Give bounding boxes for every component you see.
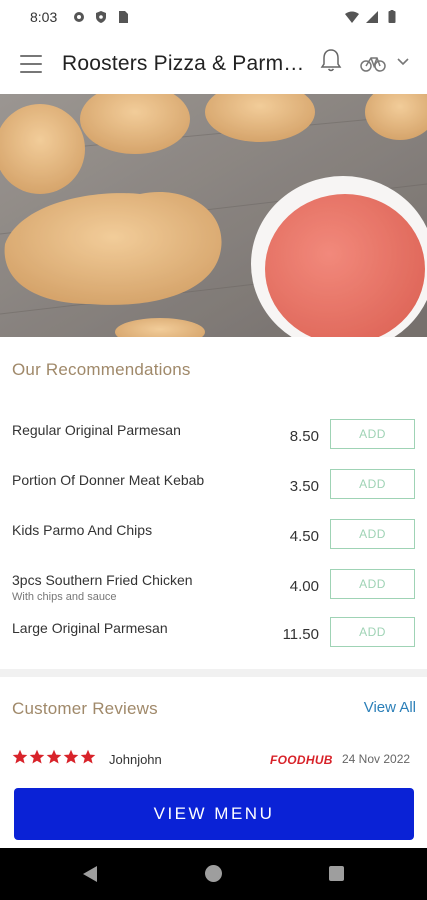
signal-icon xyxy=(366,11,378,23)
add-button[interactable]: ADD xyxy=(330,519,415,549)
hamburger-menu-icon[interactable] xyxy=(20,55,42,73)
reviewer-name: Johnjohn xyxy=(109,752,162,767)
chevron-down-icon[interactable] xyxy=(396,57,410,67)
bell-icon[interactable] xyxy=(319,48,343,74)
star-icon xyxy=(29,749,45,764)
add-button[interactable]: ADD xyxy=(330,569,415,599)
list-item[interactable]: Regular Original Parmesan 8.50 ADD xyxy=(0,419,427,459)
star-icon xyxy=(80,749,96,764)
status-icons-right xyxy=(345,10,399,24)
app-header: Roosters Pizza & Parm… xyxy=(0,36,427,94)
star-icon xyxy=(63,749,79,764)
review-date: 24 Nov 2022 xyxy=(342,752,411,766)
item-name: 3pcs Southern Fried Chicken xyxy=(12,572,193,588)
wifi-icon xyxy=(345,11,359,23)
back-icon[interactable] xyxy=(82,865,98,883)
list-item[interactable]: Portion Of Donner Meat Kebab 3.50 ADD xyxy=(0,469,427,509)
item-price: 11.50 xyxy=(282,626,319,643)
item-name: Kids Parmo And Chips xyxy=(12,522,153,538)
item-name: Regular Original Parmesan xyxy=(12,422,181,438)
reviews-heading: Customer Reviews xyxy=(12,699,158,718)
shield-icon xyxy=(96,11,106,23)
item-price: 4.50 xyxy=(289,528,319,545)
battery-icon xyxy=(388,10,396,23)
add-button[interactable]: ADD xyxy=(330,419,415,449)
review-item[interactable]: Johnjohn FOODHUB 24 Nov 2022 xyxy=(0,749,427,771)
sim-card-icon xyxy=(119,11,128,23)
list-item[interactable]: 3pcs Southern Fried Chicken With chips a… xyxy=(0,569,427,609)
item-price: 3.50 xyxy=(289,478,319,495)
bicycle-icon[interactable] xyxy=(360,53,386,73)
status-icons-left xyxy=(72,10,130,24)
add-button[interactable]: ADD xyxy=(330,617,415,647)
status-time: 8:03 xyxy=(30,9,58,25)
item-name: Portion Of Donner Meat Kebab xyxy=(12,472,205,488)
fried-chicken-photo xyxy=(0,94,427,337)
list-item[interactable]: Kids Parmo And Chips 4.50 ADD xyxy=(0,519,427,559)
foodhub-logo: FOODHUB xyxy=(270,753,333,767)
item-name: Large Original Parmesan xyxy=(12,620,168,636)
item-price: 4.00 xyxy=(289,578,319,595)
gear-icon xyxy=(74,12,84,22)
list-item[interactable]: Large Original Parmesan 11.50 ADD xyxy=(0,617,427,657)
add-button[interactable]: ADD xyxy=(330,469,415,499)
star-icon xyxy=(12,749,28,764)
view-all-link[interactable]: View All xyxy=(364,699,416,716)
reviews-section: Customer Reviews View All Johnjohn FOODH… xyxy=(0,677,427,787)
item-description: With chips and sauce xyxy=(12,591,117,603)
recommendations-heading: Our Recommendations xyxy=(12,360,191,379)
section-divider xyxy=(0,669,427,677)
view-menu-button[interactable]: VIEW MENU xyxy=(14,788,414,840)
restaurant-title: Roosters Pizza & Parm… xyxy=(62,52,305,75)
status-bar: 8:03 xyxy=(0,0,427,36)
recommendations-section: Our Recommendations Regular Original Par… xyxy=(0,337,427,669)
system-navigation-bar xyxy=(0,848,427,900)
home-icon[interactable] xyxy=(205,865,222,882)
hero-image xyxy=(0,94,427,337)
recent-apps-icon[interactable] xyxy=(329,866,344,881)
star-icon xyxy=(46,749,62,764)
star-rating xyxy=(12,749,96,765)
item-price: 8.50 xyxy=(289,428,319,445)
